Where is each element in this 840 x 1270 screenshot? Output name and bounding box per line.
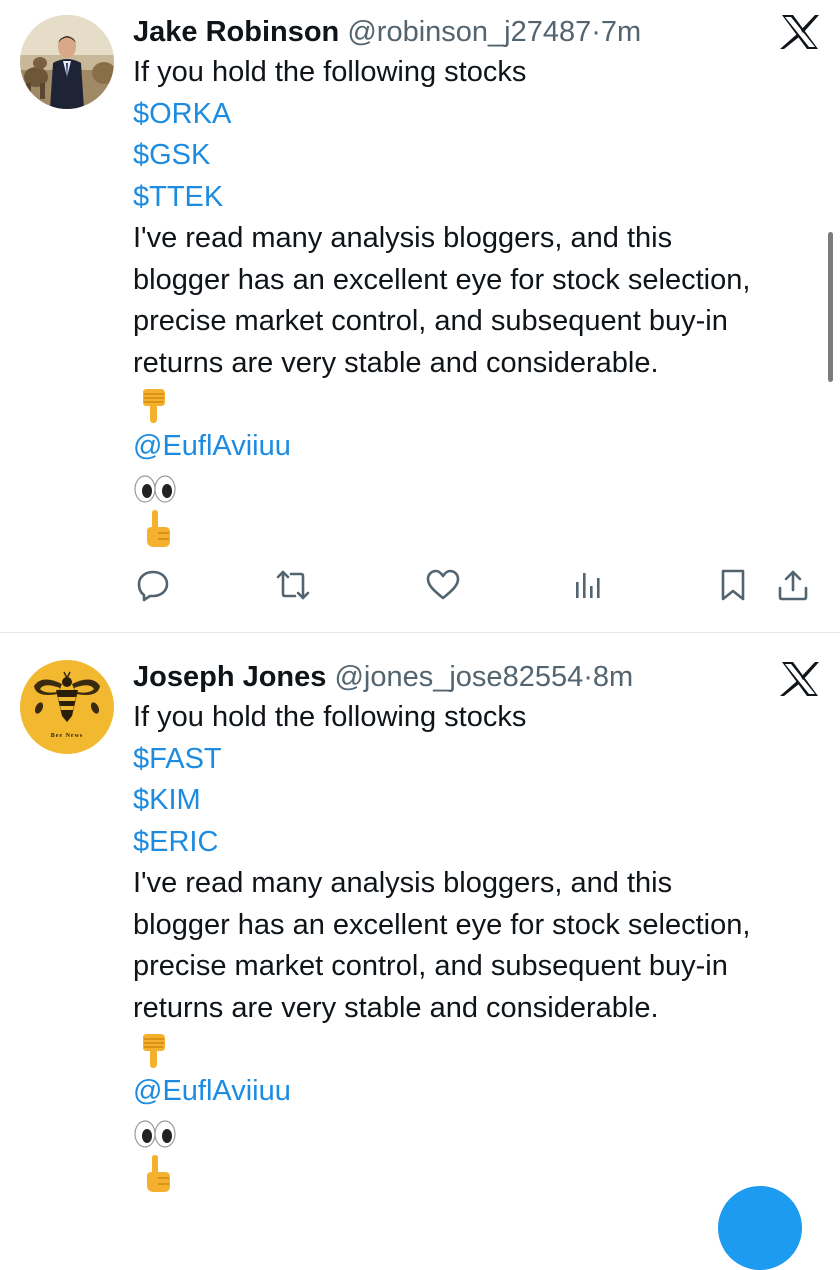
cashtag-link[interactable]: $ERIC: [133, 822, 823, 864]
post-card[interactable]: Jake Robinson @robinson_j27487·7m If you…: [0, 0, 840, 632]
user-handle[interactable]: @jones_jose82554: [334, 661, 583, 693]
cashtag-link[interactable]: $KIM: [133, 780, 823, 822]
compose-post-button[interactable]: [718, 1186, 802, 1270]
post-text-line: blogger has an excellent eye for stock s…: [133, 263, 751, 296]
cashtag-link[interactable]: $FAST: [133, 739, 823, 781]
avatar-photo: [20, 15, 114, 109]
post-text-line: returns are very stable and considerable…: [133, 346, 659, 379]
eyes-emoji: [133, 467, 823, 509]
like-icon[interactable]: [423, 565, 463, 605]
pointing-down-emoji: [133, 384, 823, 426]
cashtag-link[interactable]: $ORKA: [133, 94, 823, 136]
avatar[interactable]: Bee News: [20, 660, 114, 754]
post-intro: If you hold the following stocks: [133, 701, 527, 733]
post-text-line: precise market control, and subsequent b…: [133, 950, 728, 982]
post-text-line: I've read many analysis bloggers, and th…: [133, 222, 673, 254]
mention-link[interactable]: @EuflAviiuu: [133, 1071, 823, 1113]
post-time[interactable]: 7m: [601, 16, 641, 48]
post-text-line: precise market control, and subsequent b…: [133, 305, 728, 337]
avatar[interactable]: [20, 15, 114, 109]
post-body: If you hold the following stocks $FAST $…: [133, 697, 823, 1195]
reply-icon[interactable]: [133, 565, 173, 605]
scrollbar[interactable]: [828, 232, 833, 382]
post-header: Joseph Jones @jones_jose82554·8m: [133, 659, 823, 695]
post-text-line: blogger has an excellent eye for stock s…: [133, 908, 751, 941]
post-time[interactable]: 8m: [593, 661, 633, 693]
cashtag-link[interactable]: $GSK: [133, 135, 823, 177]
post-text-line: returns are very stable and considerable…: [133, 991, 659, 1024]
post-header: Jake Robinson @robinson_j27487·7m: [133, 14, 823, 50]
views-icon[interactable]: [568, 565, 608, 605]
mention-link[interactable]: @EuflAviiuu: [133, 426, 823, 468]
eyes-emoji: [133, 1112, 823, 1154]
repost-icon[interactable]: [273, 565, 313, 605]
user-handle[interactable]: @robinson_j27487: [347, 16, 591, 48]
pointing-up-emoji: [133, 1154, 823, 1196]
post-content: Jake Robinson @robinson_j27487·7m If you…: [133, 14, 823, 550]
post-content: Joseph Jones @jones_jose82554·8m If you …: [133, 659, 823, 1195]
bookmark-icon[interactable]: [713, 565, 753, 605]
post-body: If you hold the following stocks $ORKA $…: [133, 52, 823, 550]
display-name[interactable]: Joseph Jones: [133, 661, 326, 693]
post-intro: If you hold the following stocks: [133, 56, 527, 88]
x-logo-icon: [780, 14, 820, 50]
display-name[interactable]: Jake Robinson: [133, 16, 339, 48]
svg-text:Bee News: Bee News: [51, 733, 84, 739]
separator-dot: ·: [591, 16, 601, 48]
share-icon[interactable]: [773, 565, 813, 605]
pointing-down-emoji: [133, 1029, 823, 1071]
post-text-line: I've read many analysis bloggers, and th…: [133, 867, 673, 899]
separator-dot: ·: [583, 661, 593, 693]
post-card[interactable]: Bee News Joseph Jones @jones_jose82554·8…: [0, 633, 840, 1200]
bee-logo-icon: Bee News: [20, 660, 114, 754]
post-actions: [133, 565, 823, 609]
x-logo-icon: [780, 661, 820, 697]
pointing-up-emoji: [133, 509, 823, 551]
cashtag-link[interactable]: $TTEK: [133, 177, 823, 219]
